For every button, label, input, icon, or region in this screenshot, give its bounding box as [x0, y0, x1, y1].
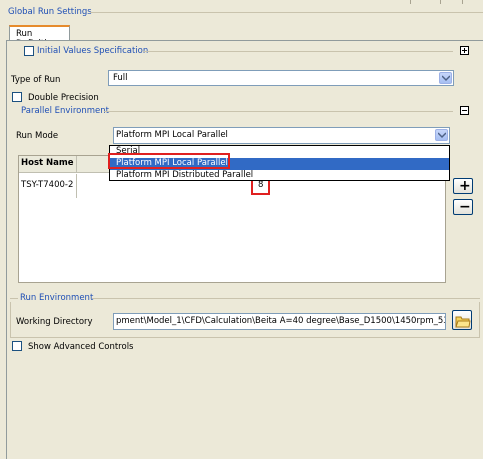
working-dir-label: Working Directory [16, 317, 93, 327]
collapse-icon[interactable] [460, 106, 469, 115]
tab-run-definition[interactable]: Run Definition [9, 25, 70, 49]
panel-title-line [90, 12, 483, 13]
run-mode-label: Run Mode [16, 131, 59, 141]
host-name-header: Host Name [21, 158, 74, 168]
add-host-button[interactable]: + [453, 178, 473, 194]
header-separator [410, 0, 411, 4]
remove-host-button[interactable]: − [453, 199, 473, 215]
chevron-down-icon[interactable] [435, 129, 448, 141]
host-name-cell: TSY-T7400-2 [21, 180, 74, 190]
parallel-env-line [104, 111, 453, 112]
run-env-line-left [10, 298, 18, 299]
working-dir-value: pment\Model_1\CFD\Calculation\Beita A=40… [116, 316, 446, 326]
double-precision-label: Double Precision [28, 93, 99, 103]
parallel-env-title: Parallel Environment [21, 106, 109, 116]
header-separator [462, 0, 463, 4]
folder-icon [455, 316, 471, 328]
chevron-down-icon[interactable] [439, 72, 452, 84]
browse-folder-button[interactable] [452, 310, 472, 330]
expand-icon[interactable] [460, 46, 469, 55]
option-distributed-parallel[interactable]: Platform MPI Distributed Parallel [110, 170, 449, 182]
selection-highlight [108, 153, 230, 169]
run-env-title: Run Environment [20, 293, 94, 303]
run-mode-select[interactable]: Platform MPI Local Parallel [113, 127, 450, 144]
show-advanced-checkbox[interactable] [12, 341, 22, 351]
panel-title: Global Run Settings [8, 7, 92, 17]
run-mode-value: Platform MPI Local Parallel [116, 130, 228, 140]
run-env-line [92, 298, 480, 299]
type-of-run-select[interactable]: Full [108, 70, 454, 86]
type-of-run-value: Full [113, 73, 128, 83]
double-precision-checkbox[interactable] [12, 92, 22, 102]
type-of-run-label: Type of Run [11, 75, 61, 85]
initial-values-label: Initial Values Specification [37, 46, 149, 56]
working-dir-input[interactable]: pment\Model_1\CFD\Calculation\Beita A=40… [113, 313, 446, 330]
show-advanced-label: Show Advanced Controls [28, 342, 134, 352]
initial-values-checkbox[interactable] [24, 46, 34, 56]
header-separator [440, 0, 441, 4]
initial-values-line [143, 51, 453, 52]
